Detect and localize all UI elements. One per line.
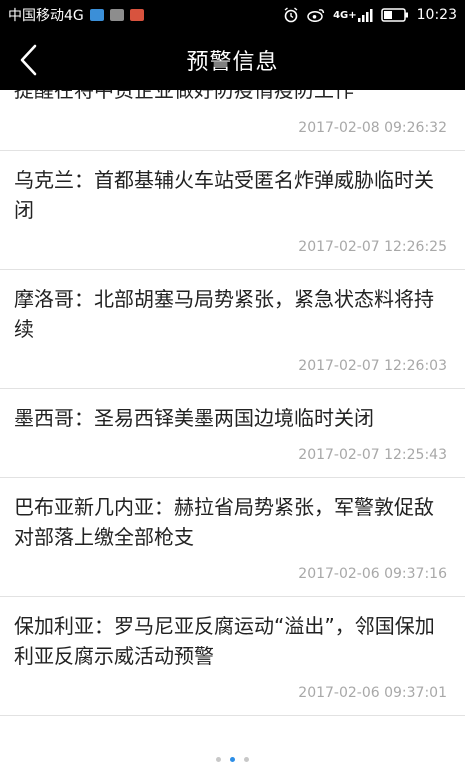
- alert-time: 2017-02-06 09:37:01: [298, 685, 447, 701]
- alert-item[interactable]: 摩洛哥：北部胡塞马局势紧张，紧急状态料将持续 2017-02-07 12:26:…: [0, 270, 465, 389]
- notification-mail-icon: [129, 9, 144, 21]
- app-screen: 中国移动4G 4G+ 10:23 预警信息 提醒在将中资企业做好防疫情疫防工作 …: [0, 0, 465, 775]
- alert-time: 2017-02-07 12:26:03: [298, 358, 447, 374]
- notification-app-icon: [89, 9, 104, 21]
- alert-title-text: 提醒在将中资企业做好防疫情疫防工作: [14, 90, 354, 102]
- status-bar: 中国移动4G 4G+ 10:23: [0, 0, 465, 30]
- alarm-icon: [283, 7, 299, 23]
- battery-icon: [380, 8, 409, 22]
- signal-icon: 4G+: [333, 8, 373, 22]
- alert-title: 巴布亚新几内亚：赫拉省局势紧张，军警敦促敌对部落上缴全部枪支: [14, 495, 434, 549]
- carrier-label: 中国移动4G: [8, 8, 84, 24]
- alert-item[interactable]: 乌克兰：首都基辅火车站受匿名炸弹威胁临时关闭 2017-02-07 12:26:…: [0, 151, 465, 270]
- clock: 10:23: [416, 7, 457, 23]
- alert-list-content: 提醒在将中资企业做好防疫情疫防工作 2017-02-08 09:26:32 乌克…: [0, 90, 465, 716]
- alert-title: 提醒在将中资企业做好防疫情疫防工作: [14, 90, 447, 106]
- header-bar: 预警信息: [0, 30, 465, 90]
- alert-item[interactable]: 保加利亚：罗马尼亚反腐运动“溢出”，邻国保加利亚反腐示威活动预警 2017-02…: [0, 597, 465, 716]
- page-dot: [216, 757, 221, 762]
- alert-time: 2017-02-07 12:26:25: [298, 239, 447, 255]
- status-right: 4G+ 10:23: [275, 7, 465, 23]
- alert-time: 2017-02-08 09:26:32: [298, 120, 447, 136]
- network-type-label: 4G+: [333, 9, 357, 21]
- alert-title: 墨西哥：圣易西铎美墨两国边境临时关闭: [14, 406, 374, 430]
- alert-item[interactable]: 巴布亚新几内亚：赫拉省局势紧张，军警敦促敌对部落上缴全部枪支 2017-02-0…: [0, 478, 465, 597]
- notification-image-icon: [109, 9, 124, 21]
- alert-time: 2017-02-07 12:25:43: [298, 447, 447, 463]
- alert-title: 保加利亚：罗马尼亚反腐运动“溢出”，邻国保加利亚反腐示威活动预警: [14, 614, 435, 668]
- alert-time: 2017-02-06 09:37:16: [298, 566, 447, 582]
- page-indicator: [0, 757, 465, 762]
- weibo-icon: [307, 8, 325, 22]
- alert-title: 摩洛哥：北部胡塞马局势紧张，紧急状态料将持续: [14, 287, 434, 341]
- chevron-left-icon: [20, 44, 37, 76]
- status-left: 中国移动4G: [0, 5, 144, 25]
- back-button[interactable]: [8, 40, 48, 80]
- alert-item[interactable]: 提醒在将中资企业做好防疫情疫防工作 2017-02-08 09:26:32: [0, 90, 465, 151]
- page-dot: [230, 757, 235, 762]
- page-title: 预警信息: [186, 50, 279, 75]
- alert-list[interactable]: 提醒在将中资企业做好防疫情疫防工作 2017-02-08 09:26:32 乌克…: [0, 90, 465, 775]
- alert-title: 乌克兰：首都基辅火车站受匿名炸弹威胁临时关闭: [14, 168, 434, 222]
- alert-item[interactable]: 墨西哥：圣易西铎美墨两国边境临时关闭 2017-02-07 12:25:43: [0, 389, 465, 478]
- page-dot: [244, 757, 249, 762]
